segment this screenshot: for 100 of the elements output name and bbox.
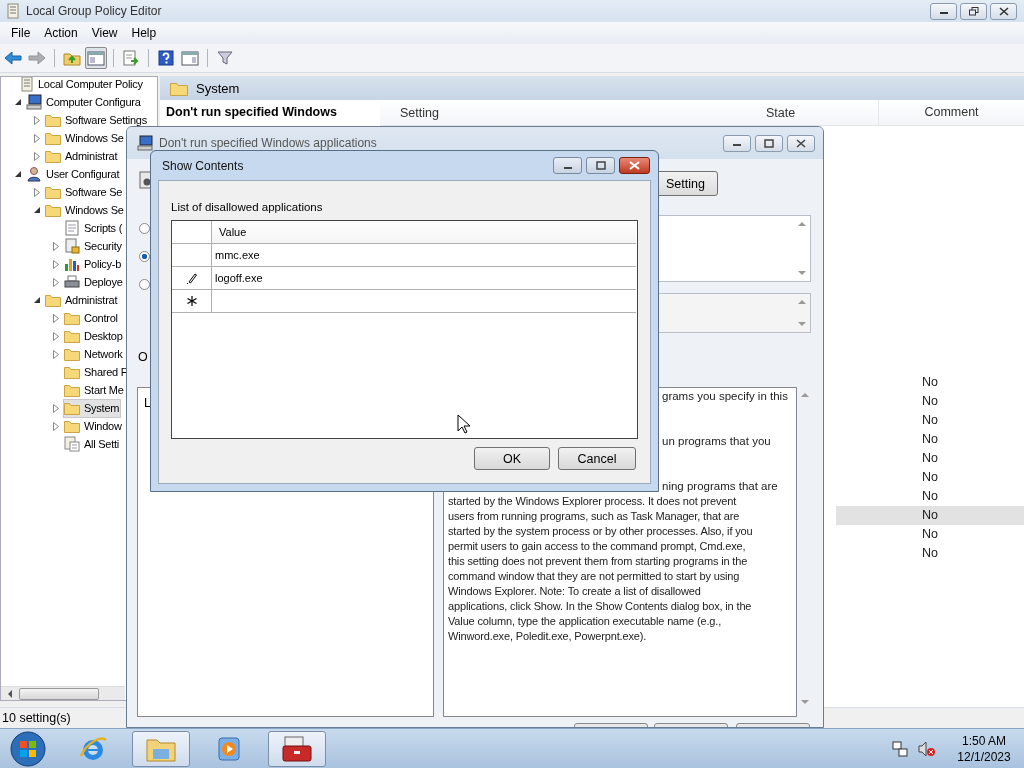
minimize-button[interactable] — [553, 157, 582, 174]
collapsed-arrow-icon[interactable] — [52, 259, 60, 269]
tree-item[interactable]: Administrat — [44, 146, 120, 166]
printer-icon — [64, 274, 80, 290]
menu-item[interactable]: File — [4, 24, 38, 42]
tree-item[interactable]: Policy-b — [63, 254, 124, 274]
network-icon[interactable] — [892, 740, 908, 757]
settings-row[interactable]: No — [836, 392, 1024, 411]
collapsed-arrow-icon[interactable] — [52, 331, 60, 341]
expanded-arrow-icon[interactable] — [33, 296, 41, 304]
document-icon — [20, 77, 34, 92]
close-button[interactable] — [990, 2, 1017, 20]
tree-item[interactable]: Start Me — [63, 380, 126, 400]
tree-item[interactable]: Local Computer Policy — [19, 77, 145, 94]
tree-item[interactable]: Scripts ( — [63, 218, 125, 238]
collapsed-arrow-icon[interactable] — [52, 349, 60, 359]
collapsed-arrow-icon[interactable] — [33, 115, 41, 125]
collapsed-arrow-icon[interactable] — [33, 187, 41, 197]
settings-row[interactable]: No — [836, 544, 1024, 563]
column-header[interactable]: Setting — [380, 105, 742, 120]
close-icon — [796, 138, 806, 148]
tree-item[interactable]: Window — [63, 416, 124, 436]
toolbox-icon — [281, 734, 313, 763]
maximize-button[interactable] — [586, 157, 615, 174]
collapsed-arrow-icon[interactable] — [52, 403, 60, 413]
close-icon — [629, 161, 640, 170]
tree-item[interactable]: Control — [63, 308, 120, 328]
muted-speaker-icon[interactable] — [918, 740, 936, 757]
settings-row[interactable]: No — [836, 373, 1024, 392]
folder-icon — [45, 185, 61, 199]
tree-item[interactable]: System — [63, 398, 122, 418]
tree-item[interactable]: Software Se — [44, 182, 125, 202]
horizontal-scrollbar[interactable] — [1, 686, 125, 700]
minimize-button[interactable] — [723, 134, 751, 152]
column-header[interactable]: State — [742, 105, 878, 120]
show-tree-button[interactable] — [85, 47, 107, 69]
menu-item[interactable]: Action — [37, 24, 85, 42]
folder-icon — [45, 293, 61, 307]
collapsed-arrow-icon[interactable] — [52, 241, 60, 251]
expanded-arrow-icon[interactable] — [33, 206, 41, 214]
expanded-arrow-icon[interactable] — [14, 98, 22, 106]
start-button[interactable] — [10, 730, 46, 767]
maximize-button[interactable] — [755, 134, 783, 152]
ok-button[interactable]: OK — [474, 447, 550, 470]
scroll-left-icon[interactable] — [7, 689, 13, 698]
scroll-down-icon[interactable] — [798, 271, 806, 276]
value-cell[interactable]: logoff.exe — [212, 267, 636, 289]
tree-item[interactable]: User Configurat — [25, 164, 122, 184]
help-button[interactable] — [155, 47, 177, 69]
status-text: 10 setting(s) — [2, 711, 71, 725]
column-header[interactable]: Comment — [878, 100, 1024, 125]
tree-item[interactable]: Software Settings — [44, 110, 149, 130]
help-text-line: this setting does not prevent them from starting programs in the — [448, 554, 749, 569]
tree-item[interactable]: Security — [63, 236, 124, 256]
settings-row[interactable]: No — [836, 411, 1024, 430]
collapsed-arrow-icon[interactable] — [33, 151, 41, 161]
collapsed-arrow-icon[interactable] — [33, 133, 41, 143]
help-text-line: grams you specify in this — [661, 389, 789, 404]
settings-row[interactable]: No — [836, 506, 1024, 525]
toolbox-app-button[interactable] — [268, 730, 326, 767]
scroll-down-icon[interactable] — [801, 700, 809, 705]
scroll-thumb[interactable] — [19, 687, 99, 700]
window-title: Don't run specified Windows applications — [159, 136, 377, 150]
maximize-icon — [595, 161, 606, 170]
collapsed-arrow-icon[interactable] — [52, 277, 60, 287]
collapsed-arrow-icon[interactable] — [52, 313, 60, 323]
file-explorer-button[interactable] — [132, 730, 190, 767]
scroll-up-icon[interactable] — [801, 392, 809, 397]
close-button[interactable] — [619, 157, 650, 174]
settings-row[interactable]: No — [836, 525, 1024, 544]
tree-item[interactable]: Network — [63, 344, 125, 364]
export-list-icon — [122, 50, 140, 66]
scroll-up-icon[interactable] — [798, 221, 806, 226]
tree-item[interactable]: Windows Se — [44, 200, 126, 220]
menu-item[interactable]: Help — [124, 24, 164, 42]
settings-row[interactable]: No — [836, 468, 1024, 487]
settings-row[interactable]: No — [836, 449, 1024, 468]
tree-item[interactable]: Administrat — [44, 290, 120, 310]
clock-date[interactable]: 12/1/2023 — [957, 749, 1011, 764]
forward-arrow-icon — [28, 51, 46, 65]
settings-row[interactable]: No — [836, 487, 1024, 506]
tree-item[interactable]: Computer Configura — [25, 92, 143, 112]
restore-button[interactable] — [960, 2, 987, 20]
expanded-arrow-icon[interactable] — [14, 170, 22, 178]
settings-row[interactable]: No — [836, 430, 1024, 449]
collapsed-arrow-icon[interactable] — [52, 421, 60, 431]
value-cell[interactable]: mmc.exe — [212, 244, 636, 266]
scroll-down-icon[interactable] — [798, 322, 806, 327]
cancel-button[interactable]: Cancel — [558, 447, 636, 470]
close-button[interactable] — [787, 134, 815, 152]
minimize-button[interactable] — [930, 2, 957, 20]
tree-item[interactable]: All Setti — [63, 434, 122, 454]
column-header[interactable]: Value — [219, 226, 247, 238]
tree-item[interactable]: Deploye — [63, 272, 125, 292]
category-title: System — [196, 80, 240, 96]
menu-item[interactable]: View — [84, 24, 125, 42]
clock-time[interactable]: 1:50 AM — [962, 733, 1006, 748]
scroll-up-icon[interactable] — [798, 299, 806, 304]
tree-item[interactable]: Windows Se — [44, 128, 126, 148]
tree-item[interactable]: Desktop — [63, 326, 125, 346]
